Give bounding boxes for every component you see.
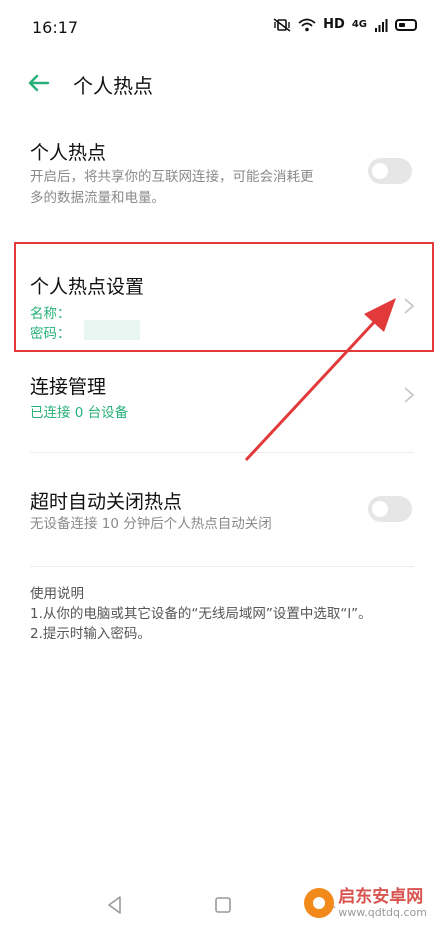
- annotation-arrow: [244, 298, 396, 462]
- nav-home-icon[interactable]: [212, 894, 234, 916]
- nav-back-icon[interactable]: [104, 894, 126, 916]
- watermark-logo-icon: [304, 888, 335, 919]
- watermark: 启东安卓网 www.qdtdq.com: [304, 888, 427, 919]
- watermark-name: 启东安卓网: [338, 887, 424, 907]
- watermark-url: www.qdtdq.com: [338, 905, 427, 919]
